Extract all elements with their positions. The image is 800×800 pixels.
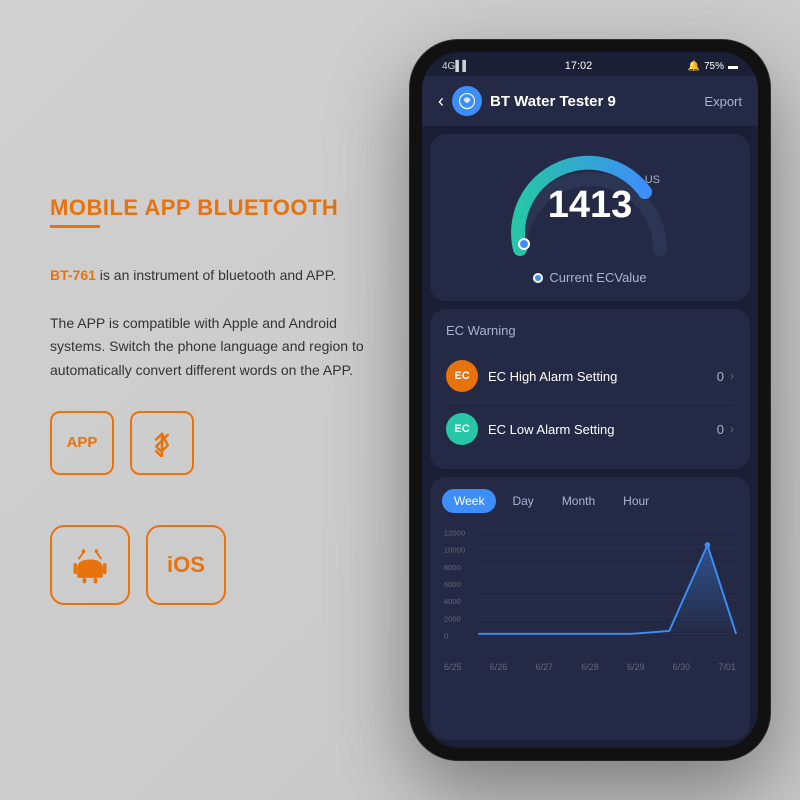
svg-text:2000: 2000 <box>444 614 461 623</box>
app-icon-box[interactable]: APP <box>50 411 114 475</box>
title-underline <box>50 225 100 228</box>
chart-tabs: Week Day Month Hour <box>442 489 738 513</box>
x-label-625: 6/25 <box>444 662 462 672</box>
ec-high-value: 0 <box>717 369 724 384</box>
ec-high-right: 0 › <box>717 369 734 384</box>
x-label-630: 6/30 <box>673 662 691 672</box>
gauge-section: 1413 US Current ECValue <box>430 134 750 301</box>
svg-text:0: 0 <box>444 632 448 641</box>
icon-buttons: APP <box>50 411 370 475</box>
chevron-right-icon: › <box>730 369 734 383</box>
ec-high-alarm-item[interactable]: EC EC High Alarm Setting 0 › <box>446 350 734 403</box>
bt761-label: BT-761 <box>50 267 96 283</box>
platform-icons: iOS <box>50 525 370 605</box>
export-button[interactable]: Export <box>704 94 742 109</box>
battery-icon: 🔔 <box>688 61 700 72</box>
gauge-label: Current ECValue <box>533 270 646 285</box>
left-side: MOBILE APP BLUETOOTH BT-761 is an instru… <box>50 195 370 605</box>
gauge-wrapper: 1413 US <box>500 154 680 264</box>
ec-low-alarm-left: EC EC Low Alarm Setting <box>446 413 614 445</box>
gauge-label-text: Current ECValue <box>549 270 646 285</box>
status-bar: 4G▌▌ 17:02 🔔 75% ▬ <box>422 52 758 76</box>
logo-icon <box>458 92 476 110</box>
ec-low-alarm-item[interactable]: EC EC Low Alarm Setting 0 › <box>446 403 734 455</box>
gauge-value: 1413 <box>548 184 633 227</box>
app-header: ‹ BT Water Tester 9 Export <box>422 76 758 126</box>
ec-high-label: EC High Alarm Setting <box>488 369 617 384</box>
x-label-628: 6/28 <box>581 662 599 672</box>
svg-text:12000: 12000 <box>444 528 465 537</box>
ec-high-badge: EC <box>446 360 478 392</box>
back-button[interactable]: ‹ <box>438 91 444 112</box>
ios-box[interactable]: iOS <box>146 525 226 605</box>
ec-warning-title: EC Warning <box>446 323 734 338</box>
android-box[interactable] <box>50 525 130 605</box>
android-icon <box>68 543 112 587</box>
signal-indicator: 4G▌▌ <box>442 61 470 72</box>
svg-text:8000: 8000 <box>444 563 461 572</box>
title-section: MOBILE APP BLUETOOTH <box>50 195 370 244</box>
ec-high-alarm-left: EC EC High Alarm Setting <box>446 360 617 392</box>
tab-hour[interactable]: Hour <box>611 489 661 513</box>
chart-x-labels: 6/25 6/26 6/27 6/28 6/29 6/30 7/01 <box>442 662 738 672</box>
phone-container: 4G▌▌ 17:02 🔔 75% ▬ ‹ <box>410 40 770 760</box>
x-label-701: 7/01 <box>718 662 736 672</box>
ec-low-badge: EC <box>446 413 478 445</box>
app-logo <box>452 86 482 116</box>
x-label-629: 6/29 <box>627 662 645 672</box>
page-container: MOBILE APP BLUETOOTH BT-761 is an instru… <box>0 0 800 800</box>
battery-indicator: 🔔 75% ▬ <box>688 61 738 72</box>
x-label-627: 6/27 <box>535 662 553 672</box>
app-header-left: ‹ BT Water Tester 9 <box>438 86 616 116</box>
main-title: MOBILE APP BLUETOOTH <box>50 195 370 221</box>
ec-low-value: 0 <box>717 422 724 437</box>
ios-label: iOS <box>167 552 205 578</box>
gauge-dot <box>533 273 543 283</box>
app-label: APP <box>67 434 98 451</box>
chart-section: Week Day Month Hour 12000 10000 8000 600… <box>430 477 750 740</box>
ec-warning-section: EC Warning EC EC High Alarm Setting 0 › … <box>430 309 750 469</box>
chart-svg: 12000 10000 8000 6000 4000 2000 0 <box>442 523 738 653</box>
svg-text:6000: 6000 <box>444 580 461 589</box>
tab-week[interactable]: Week <box>442 489 496 513</box>
svg-text:10000: 10000 <box>444 546 465 555</box>
ec-low-label: EC Low Alarm Setting <box>488 422 614 437</box>
ec-low-right: 0 › <box>717 422 734 437</box>
gauge-unit: US <box>645 174 660 186</box>
desc-part2: The APP is compatible with Apple and And… <box>50 315 364 379</box>
app-title: BT Water Tester 9 <box>490 93 616 110</box>
chevron-right-icon-2: › <box>730 422 734 436</box>
bluetooth-icon-box[interactable] <box>130 411 194 475</box>
tab-month[interactable]: Month <box>550 489 607 513</box>
svg-text:4000: 4000 <box>444 597 461 606</box>
battery-bar: ▬ <box>728 61 738 72</box>
tab-day[interactable]: Day <box>500 489 545 513</box>
description: BT-761 is an instrument of bluetooth and… <box>50 264 370 383</box>
battery-percent: 75% <box>704 61 724 72</box>
x-label-626: 6/26 <box>490 662 508 672</box>
desc-part1: is an instrument of bluetooth and APP. <box>96 267 336 283</box>
bluetooth-icon <box>148 429 176 457</box>
phone-screen: 4G▌▌ 17:02 🔔 75% ▬ ‹ <box>422 52 758 748</box>
time-display: 17:02 <box>565 60 593 72</box>
